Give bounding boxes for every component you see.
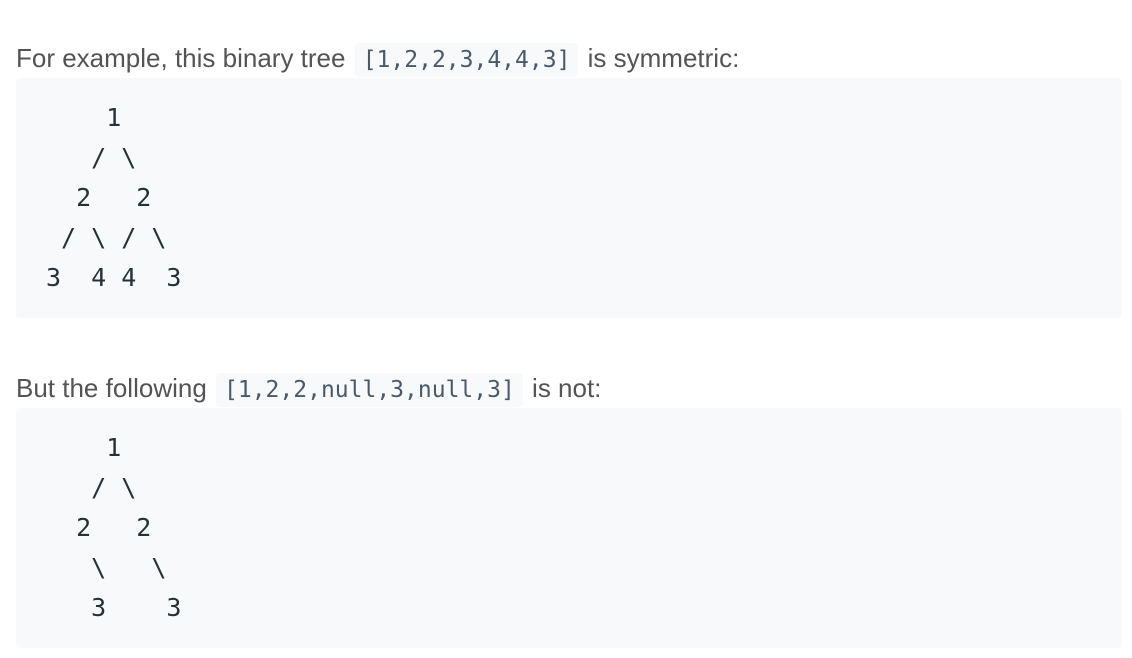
inline-code-tree-array: [1,2,2,null,3,null,3] bbox=[216, 373, 523, 407]
paragraph-text: For example, this binary tree bbox=[16, 43, 353, 73]
example-paragraph-not-symmetric: But the following [1,2,2,null,3,null,3] … bbox=[16, 370, 601, 408]
code-block-asymmetric-tree: 1 / \ 2 2 \ \ 3 3 bbox=[16, 408, 1122, 648]
example-paragraph-symmetric: For example, this binary tree [1,2,2,3,4… bbox=[16, 40, 739, 78]
inline-code-tree-array: [1,2,2,3,4,4,3] bbox=[354, 43, 579, 77]
paragraph-text: But the following bbox=[16, 373, 215, 403]
paragraph-text: is not: bbox=[524, 373, 602, 403]
paragraph-text: is symmetric: bbox=[580, 43, 740, 73]
code-block-symmetric-tree: 1 / \ 2 2 / \ / \ 3 4 4 3 bbox=[16, 78, 1122, 318]
